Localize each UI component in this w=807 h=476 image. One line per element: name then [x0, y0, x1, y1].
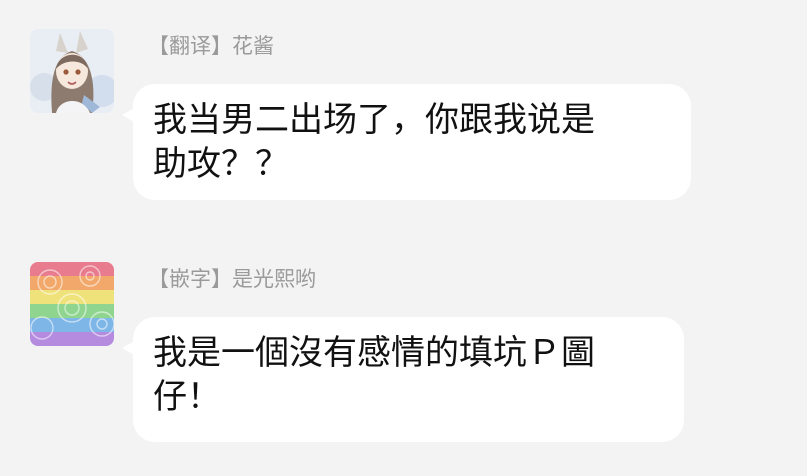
rainbow-roses-avatar-icon[interactable] — [30, 262, 114, 346]
anime-girl-avatar-icon[interactable] — [30, 29, 114, 113]
sender-name: 【嵌字】是光熙哟 — [148, 267, 316, 291]
message-text-line: 仔！ — [153, 377, 221, 417]
message-text-line: 我当男二出场了，你跟我说是 — [153, 100, 595, 140]
sender-name: 【翻译】花酱 — [148, 34, 274, 58]
message-text-line: 我是一個沒有感情的填坑Ｐ圖 — [153, 333, 595, 373]
message-text-line: 助攻？？ — [153, 144, 289, 184]
message-bubble[interactable]: 我是一個沒有感情的填坑Ｐ圖 仔！ — [133, 317, 684, 442]
message-bubble[interactable]: 我当男二出场了，你跟我说是 助攻？？ — [133, 84, 691, 200]
